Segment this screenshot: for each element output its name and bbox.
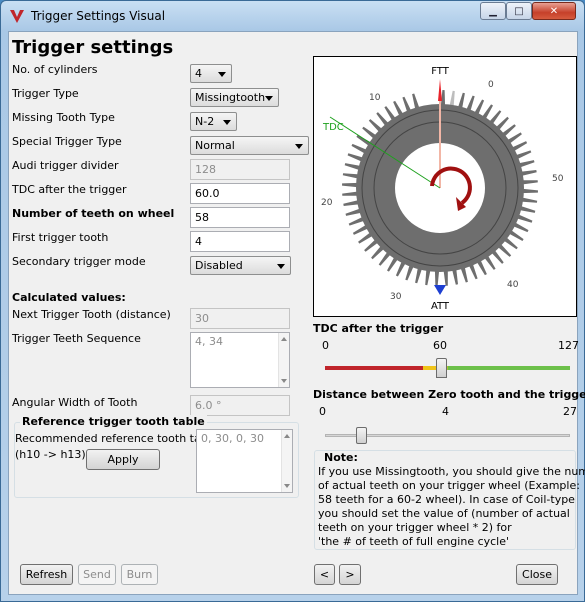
refresh-button[interactable]: Refresh [20,564,73,585]
client-area: Trigger settings No. of cylinders 4 Trig… [8,31,585,595]
teeth-field[interactable]: 58 [190,207,290,228]
wheel-tooth [521,188,538,194]
next-tooth-field: 30 [190,308,290,329]
note-line-2: of actual teeth on your trigger wheel (E… [318,479,580,492]
scroll-down-icon [281,379,287,383]
audi-divider-field: 128 [190,159,290,180]
wheel-tooth [434,269,440,286]
tick-label-0: 0 [488,80,494,90]
missing-tooth-select[interactable]: N-2 [190,112,237,131]
distance-slider-max: 27 [563,405,577,418]
tick-label-50: 50 [552,174,564,184]
angular-label: Angular Width of Tooth [12,396,138,409]
missing-tooth-label: Missing Tooth Type [12,111,115,124]
trigger-type-select[interactable]: Missingtooth [190,88,279,107]
scroll-up-icon [281,337,287,341]
close-button[interactable]: Close [516,564,558,585]
maximize-button[interactable]: □ [506,2,532,20]
note-line-5: teeth on your trigger wheel * 2) for [318,521,512,534]
note-panel: Note: If you use Missingtooth, you shoul… [314,450,585,550]
maximize-icon: □ [514,5,524,17]
tdc-slider-title: TDC after the trigger [313,322,444,335]
note-line-6: 'the # of teeth of full engine cycle' [318,535,510,548]
app-logo-icon [10,10,24,23]
first-tooth-field[interactable]: 4 [190,231,290,252]
tick-label-20: 20 [321,198,333,208]
scroll-down-icon [284,484,290,488]
note-line-1: If you use Missingtooth, you should give… [318,465,585,478]
range-label: (h10 -> h13) [15,448,86,461]
recommended-label: Recommended reference tooth table [15,432,218,445]
burn-button[interactable]: Burn [121,564,158,585]
distance-slider-title: Distance between Zero tooth and the trig… [313,388,585,401]
cylinders-select[interactable]: 4 [190,64,232,83]
page-title: Trigger settings [12,37,174,58]
secondary-trigger-select[interactable]: Disabled [190,256,291,275]
tick-label-30: 30 [390,292,402,302]
tdc-after-field[interactable]: 60.0 [190,183,290,204]
sequence-area: 4, 34 [190,332,290,388]
tdc-slider-thumb[interactable] [435,358,447,378]
teeth-label: Number of teeth on wheel [12,207,175,220]
first-tooth-label: First trigger tooth [12,231,109,244]
tick-label-40: 40 [507,280,519,290]
calculated-heading: Calculated values: [12,291,126,304]
reference-scrollbar[interactable] [281,430,292,492]
tdc-slider-mid: 60 [433,339,447,352]
send-button[interactable]: Send [78,564,116,585]
wheel-tooth [443,269,448,286]
ftt-arrow-icon [438,79,442,101]
note-line-4: you should set the value of (number of a… [318,507,570,520]
note-line-3: 58 teeth for a 60-2 wheel). In case of C… [318,493,575,506]
note-title: Note: [324,451,358,464]
audi-divider-label: Audi trigger divider [12,159,119,172]
special-trigger-select[interactable]: Normal [190,136,309,155]
reference-table-area: 0, 30, 0, 30 [196,429,293,493]
distance-slider-thumb[interactable] [356,427,368,444]
sequence-label: Trigger Teeth Sequence [12,332,141,345]
close-window-button[interactable]: ✕ [532,2,576,20]
tdc-slider-min: 0 [322,339,329,352]
trigger-type-label: Trigger Type [12,87,79,100]
ftt-label: FTT [431,66,450,77]
sequence-scrollbar[interactable] [278,333,289,387]
minimize-button[interactable]: ▁ [480,2,506,20]
close-icon: ✕ [549,5,559,17]
window: Trigger Settings Visual ▁ □ ✕ Trigger se… [0,0,585,602]
next-button[interactable]: > [339,564,361,585]
title-bar[interactable]: Trigger Settings Visual ▁ □ ✕ [1,1,584,31]
secondary-trigger-label: Secondary trigger mode [12,255,146,268]
tick-label-10: 10 [369,93,381,103]
tdc-slider-max: 127 [558,339,579,352]
trigger-wheel-panel: FTT ATT TDC 0 10 20 30 40 50 [313,56,577,317]
wheel-tooth [521,180,538,185]
att-label: ATT [431,301,450,312]
tdc-after-label: TDC after the trigger [12,183,127,196]
distance-slider-min: 0 [319,405,326,418]
tdc-slider-track[interactable] [325,366,570,370]
att-arrow-icon [434,285,446,295]
scroll-up-icon [284,434,290,438]
wheel-tooth [342,191,359,196]
angular-field: 6.0 ° [190,395,290,416]
wheel-tooth [342,182,359,188]
apply-button[interactable]: Apply [86,449,160,470]
tdc-label: TDC [322,122,344,133]
minimize-icon: ▁ [489,5,497,17]
prev-button[interactable]: < [314,564,335,585]
trigger-wheel: FTT ATT TDC 0 10 20 30 40 50 [321,66,564,312]
cylinders-label: No. of cylinders [12,63,98,76]
sequence-value: 4, 34 [195,335,223,348]
window-title: Trigger Settings Visual [31,9,166,23]
reference-table-value: 0, 30, 0, 30 [201,432,264,445]
next-tooth-label: Next Trigger Tooth (distance) [12,308,171,321]
distance-slider-mid: 4 [442,405,449,418]
special-trigger-label: Special Trigger Type [12,135,122,148]
reference-heading: Reference trigger tooth table [20,415,207,428]
